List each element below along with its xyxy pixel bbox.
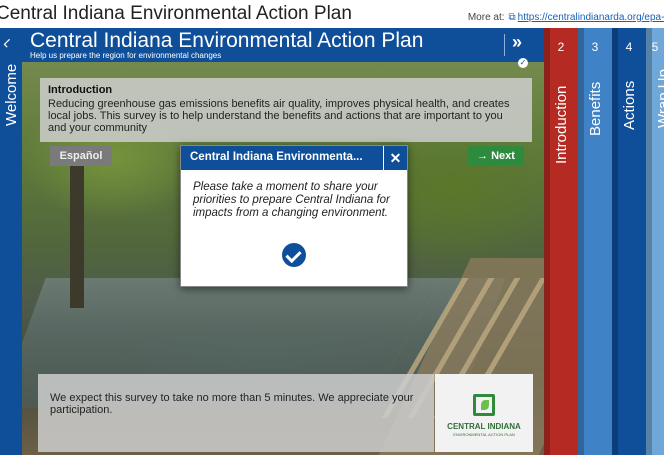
external-link-icon: ⧉ (508, 12, 516, 23)
tab-benefits[interactable]: 3 Benefits (578, 28, 612, 455)
modal-header: Central Indiana Environmenta... ✕ (181, 146, 407, 170)
intro-heading: Introduction (48, 84, 113, 96)
tab-welcome-label: Welcome (3, 63, 20, 126)
espanol-button[interactable]: Español (50, 146, 112, 166)
header-divider (504, 34, 505, 56)
modal-title: Central Indiana Environmenta... (190, 151, 363, 163)
top-bar: Central Indiana Environmental Action Pla… (0, 0, 664, 28)
tab-shadow (578, 28, 584, 455)
header-bar: Central Indiana Environmental Action Pla… (22, 28, 544, 62)
chevron-icon: ⌐ (0, 33, 17, 52)
footer-panel: We expect this survey to take no more th… (38, 374, 434, 452)
tab-wrap-up-label: Wrap Up (655, 69, 664, 128)
tab-welcome[interactable]: ⌐ Welcome (0, 28, 22, 455)
tab-number: 3 (591, 40, 599, 54)
header-subtitle: Help us prepare the region for environme… (30, 51, 222, 60)
app-root: Central Indiana Environmental Action Pla… (0, 0, 664, 455)
tab-benefits-label: Benefits (587, 81, 604, 136)
page-title: Central Indiana Environmental Action Pla… (0, 3, 352, 24)
logo-text: CENTRAL INDIANA (447, 422, 521, 431)
logo-subtext: ENVIRONMENTAL ACTION PLAN (453, 432, 515, 437)
more-at-link-area: More at: ⧉ https://centralindianarda.org/e… (468, 12, 664, 23)
tab-introduction-label: Introduction (553, 85, 570, 164)
leaf-logo-icon (473, 394, 495, 416)
tab-number: 5 (651, 40, 659, 54)
more-at-label: More at: (467, 12, 505, 23)
header-title: Central Indiana Environmental Action Pla… (30, 29, 424, 52)
modal-body: Please take a moment to share your prior… (193, 181, 390, 219)
tab-shadow (612, 28, 618, 455)
tab-actions[interactable]: 4 Actions (612, 28, 646, 455)
intro-panel: Introduction Reducing greenhouse gas emi… (40, 78, 532, 142)
footer-text: We expect this survey to take no more th… (50, 392, 414, 416)
intro-body: Reducing greenhouse gas emissions benefi… (48, 98, 510, 134)
skip-forward-icon[interactable]: » (512, 32, 522, 53)
tab-shadow (544, 28, 550, 455)
next-button[interactable]: → Next (468, 146, 524, 166)
close-icon[interactable]: ✕ (383, 146, 407, 170)
more-at-link[interactable]: https://centralindianarda.org/epa-g (518, 12, 664, 23)
tree-trunk-background (70, 158, 84, 308)
tab-introduction[interactable]: 2 Introduction (544, 28, 578, 455)
tab-shadow (646, 28, 652, 455)
confirm-check-icon[interactable] (282, 243, 306, 267)
tab-actions-label: Actions (621, 80, 638, 130)
tab-wrap-up[interactable]: 5 Wrap Up (646, 28, 664, 455)
progress-check-icon: ✓ (518, 58, 528, 68)
welcome-modal: Central Indiana Environmenta... ✕ Please… (180, 145, 408, 287)
tab-number: 4 (625, 40, 633, 54)
tab-number: 2 (557, 40, 565, 54)
logo-card: CENTRAL INDIANA ENVIRONMENTAL ACTION PLA… (435, 374, 533, 452)
